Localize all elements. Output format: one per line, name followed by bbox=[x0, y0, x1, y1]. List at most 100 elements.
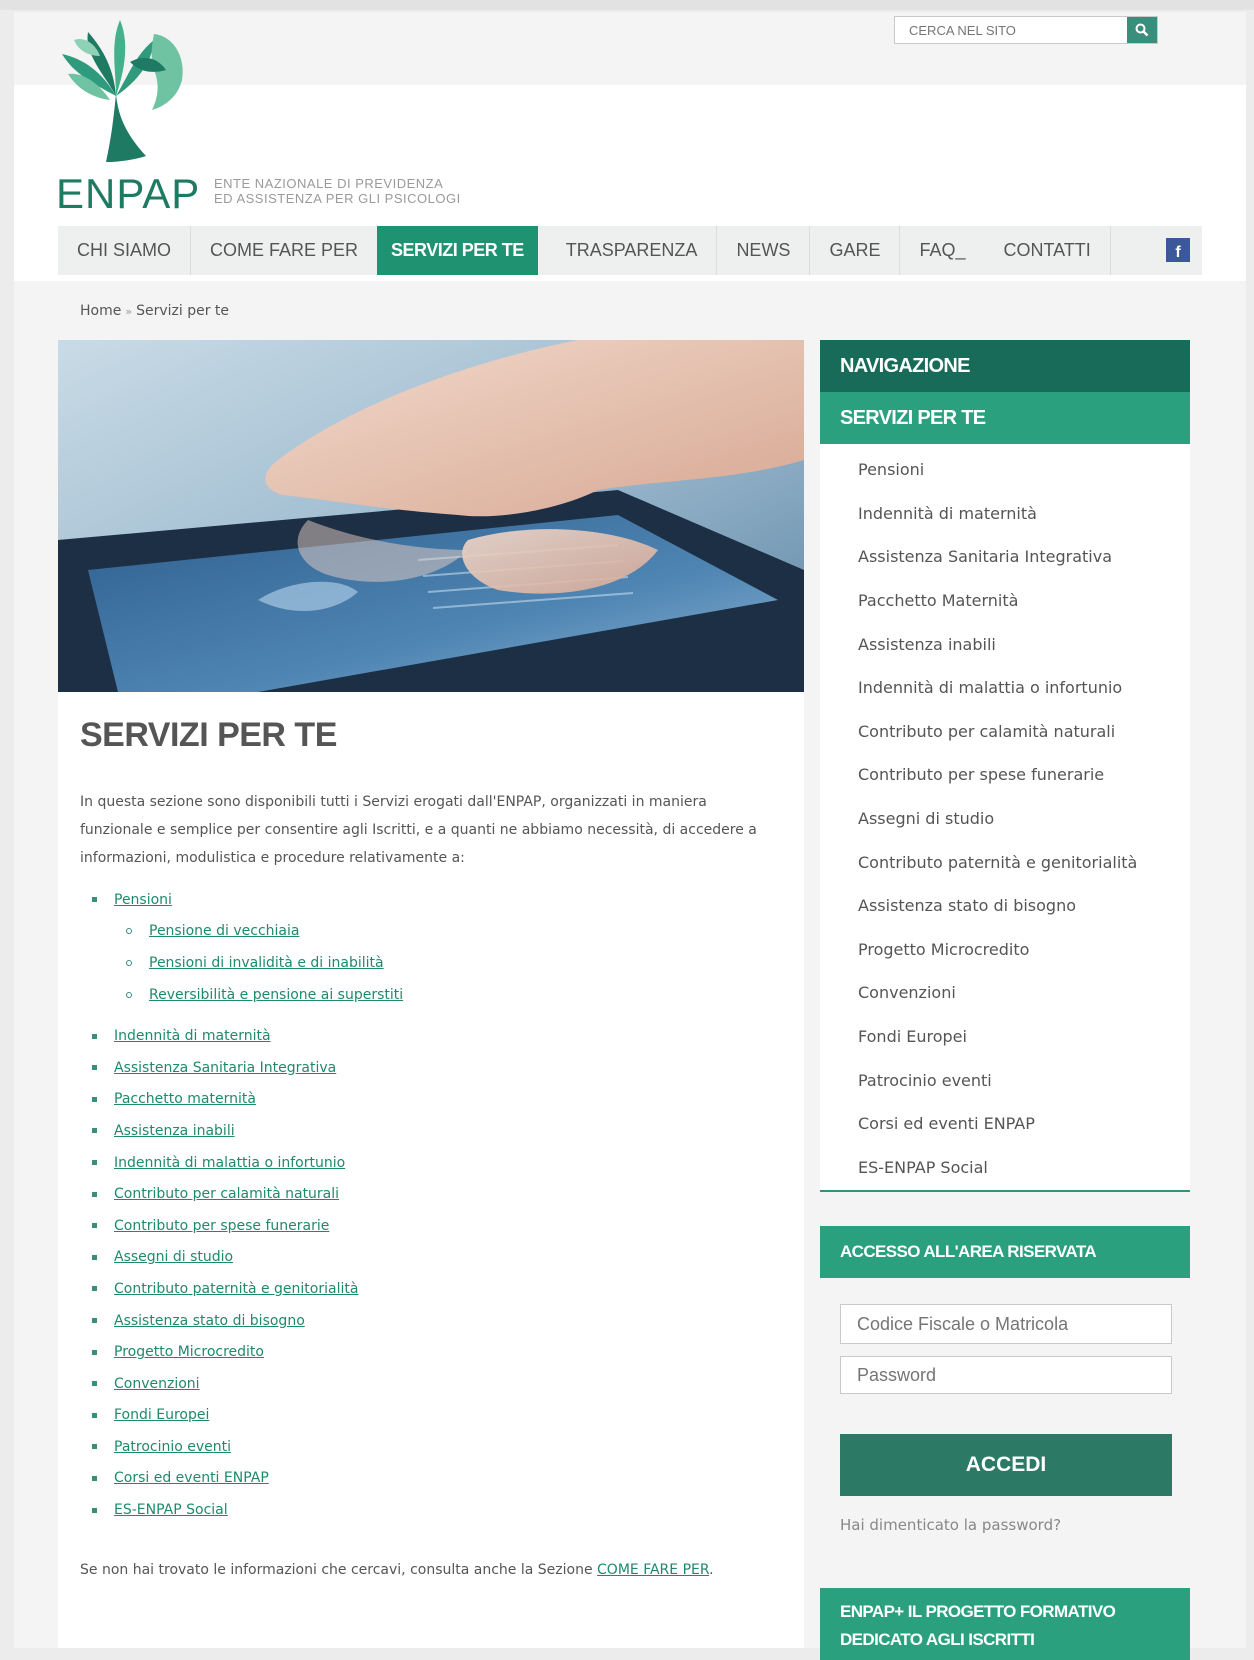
password-field[interactable] bbox=[840, 1356, 1172, 1394]
service-link[interactable]: Contributo per calamità naturali bbox=[114, 1186, 339, 1202]
sidebar-list: Pensioni Indennità di maternità Assisten… bbox=[820, 444, 1190, 1189]
sidebar-item[interactable]: Convenzioni bbox=[820, 971, 1190, 1015]
search-input[interactable] bbox=[895, 17, 1127, 43]
circle-bullet-icon bbox=[126, 959, 132, 966]
service-link-reversibilita[interactable]: Reversibilità e pensione ai superstiti bbox=[149, 987, 403, 1003]
circle-bullet-icon bbox=[126, 928, 132, 935]
service-link[interactable]: Progetto Microcredito bbox=[114, 1344, 264, 1360]
sidebar-nav-title: NAVIGAZIONE bbox=[820, 340, 1190, 392]
sidebar-navigation: NAVIGAZIONE SERVIZI PER TE Pensioni Inde… bbox=[820, 340, 1190, 1192]
service-link[interactable]: Assistenza Sanitaria Integrativa bbox=[114, 1060, 336, 1076]
sidebar-item[interactable]: Contributo per calamità naturali bbox=[820, 710, 1190, 754]
list-item: Contributo paternità e genitorialità bbox=[92, 1273, 782, 1305]
service-link[interactable]: Contributo paternità e genitorialità bbox=[114, 1281, 358, 1297]
nav-come-fare-per[interactable]: COME FARE PER bbox=[191, 226, 377, 275]
sidebar-item[interactable]: Corsi ed eventi ENPAP bbox=[820, 1102, 1190, 1146]
facebook-icon[interactable]: f bbox=[1166, 238, 1190, 262]
search-icon bbox=[1135, 23, 1149, 37]
service-link[interactable]: Convenzioni bbox=[114, 1376, 200, 1392]
services-list: Pensioni Pensione di vecchiaia Pensioni … bbox=[92, 884, 782, 1526]
list-item: Assistenza inabili bbox=[92, 1115, 782, 1147]
square-bullet-icon bbox=[92, 1507, 97, 1513]
username-field[interactable] bbox=[840, 1304, 1172, 1344]
square-bullet-icon bbox=[92, 1223, 97, 1229]
list-item: Assegni di studio bbox=[92, 1242, 782, 1274]
list-item: Assistenza Sanitaria Integrativa bbox=[92, 1052, 782, 1084]
service-link[interactable]: Assegni di studio bbox=[114, 1249, 233, 1265]
come-fare-per-link[interactable]: COME FARE PER bbox=[597, 1562, 709, 1578]
service-link-pensioni[interactable]: Pensioni bbox=[114, 892, 172, 908]
list-item: Assistenza stato di bisogno bbox=[92, 1305, 782, 1337]
sidebar-item[interactable]: Progetto Microcredito bbox=[820, 928, 1190, 972]
sidebar-item[interactable]: Contributo per spese funerarie bbox=[820, 753, 1190, 797]
sidebar-item[interactable]: Assistenza inabili bbox=[820, 622, 1190, 666]
sidebar-item[interactable]: Patrocinio eventi bbox=[820, 1058, 1190, 1102]
nav-news[interactable]: NEWS bbox=[717, 226, 811, 275]
login-title: ACCESSO ALL'AREA RISERVATA bbox=[820, 1226, 1190, 1278]
logo-subtitle-line2: ED ASSISTENZA PER GLI PSICOLOGI bbox=[214, 191, 461, 206]
sidebar-item[interactable]: Assistenza stato di bisogno bbox=[820, 884, 1190, 928]
sidebar-item[interactable]: Contributo paternità e genitorialità bbox=[820, 840, 1190, 884]
search-button[interactable] bbox=[1127, 17, 1157, 43]
page: ENPAP ENTE NAZIONALE DI PREVIDENZA ED AS… bbox=[14, 12, 1246, 1660]
sidebar-item[interactable]: Indennità di malattia o infortunio bbox=[820, 666, 1190, 710]
sidebar-item[interactable]: Fondi Europei bbox=[820, 1015, 1190, 1059]
breadcrumb-separator: » bbox=[125, 305, 133, 318]
service-link[interactable]: Contributo per spese funerarie bbox=[114, 1218, 329, 1234]
login-button[interactable]: ACCEDI bbox=[840, 1434, 1172, 1496]
service-link-pensione-vecchiaia[interactable]: Pensione di vecchiaia bbox=[149, 923, 299, 939]
promo-banner[interactable]: ENPAP+ IL PROGETTO FORMATIVO DEDICATO AG… bbox=[820, 1588, 1190, 1660]
pensioni-sublist: Pensione di vecchiaia Pensioni di invali… bbox=[92, 916, 782, 1021]
breadcrumb: Home » Servizi per te bbox=[80, 303, 229, 319]
square-bullet-icon bbox=[92, 1475, 97, 1481]
sidebar-item[interactable]: Assegni di studio bbox=[820, 797, 1190, 841]
sidebar-section-title[interactable]: SERVIZI PER TE bbox=[820, 392, 1190, 444]
logo-subtitle-line1: ENTE NAZIONALE DI PREVIDENZA bbox=[214, 176, 444, 191]
sidebar-item[interactable]: Pacchetto Maternità bbox=[820, 579, 1190, 623]
nav-servizi-per-te[interactable]: SERVIZI PER TE bbox=[377, 226, 538, 275]
nav-faq[interactable]: FAQ_ bbox=[900, 226, 984, 275]
square-bullet-icon bbox=[92, 1381, 97, 1387]
list-item: Contributo per calamità naturali bbox=[92, 1178, 782, 1210]
forgot-password-link[interactable]: Hai dimenticato la password? bbox=[840, 1516, 1061, 1534]
square-bullet-icon bbox=[92, 1254, 97, 1260]
hero-image-tablet bbox=[58, 340, 804, 692]
service-link[interactable]: ES-ENPAP Social bbox=[114, 1502, 228, 1518]
service-link[interactable]: Indennità di malattia o infortunio bbox=[114, 1155, 345, 1171]
service-link[interactable]: Assistenza stato di bisogno bbox=[114, 1313, 305, 1329]
nav-chi-siamo[interactable]: CHI SIAMO bbox=[58, 226, 192, 275]
square-bullet-icon bbox=[92, 1033, 97, 1039]
square-bullet-icon bbox=[92, 1065, 97, 1071]
service-link[interactable]: Fondi Europei bbox=[114, 1407, 209, 1423]
breadcrumb-home[interactable]: Home bbox=[80, 303, 121, 319]
browser-top-strip bbox=[0, 0, 1254, 10]
logo-text[interactable]: ENPAP bbox=[56, 170, 200, 218]
search-box bbox=[894, 16, 1158, 44]
list-item: Pacchetto maternità bbox=[92, 1084, 782, 1116]
list-item: Contributo per spese funerarie bbox=[92, 1210, 782, 1242]
sidebar-item[interactable]: Indennità di maternità bbox=[820, 492, 1190, 536]
service-link[interactable]: Corsi ed eventi ENPAP bbox=[114, 1470, 269, 1486]
service-link[interactable]: Indennità di maternità bbox=[114, 1028, 271, 1044]
list-item: Progetto Microcredito bbox=[92, 1336, 782, 1368]
login-panel: ACCESSO ALL'AREA RISERVATA ACCEDI Hai di… bbox=[820, 1226, 1190, 1534]
list-item: ES-ENPAP Social bbox=[92, 1494, 782, 1526]
nav-gare[interactable]: GARE bbox=[810, 226, 901, 275]
main-content: SERVIZI PER TE In questa sezione sono di… bbox=[58, 340, 804, 1648]
service-link[interactable]: Pacchetto maternità bbox=[114, 1091, 256, 1107]
main-nav: CHI SIAMO COME FARE PER SERVIZI PER TE T… bbox=[58, 226, 1202, 275]
sidebar-item[interactable]: ES-ENPAP Social bbox=[820, 1146, 1190, 1190]
list-item: Pensioni Pensione di vecchiaia Pensioni … bbox=[92, 884, 782, 1020]
square-bullet-icon bbox=[92, 1128, 97, 1134]
service-link[interactable]: Patrocinio eventi bbox=[114, 1439, 231, 1455]
sidebar-item[interactable]: Assistenza Sanitaria Integrativa bbox=[820, 535, 1190, 579]
enpap-logo-tree[interactable] bbox=[54, 14, 194, 164]
square-bullet-icon bbox=[92, 1096, 97, 1102]
nav-trasparenza[interactable]: TRASPARENZA bbox=[538, 226, 718, 275]
service-link[interactable]: Assistenza inabili bbox=[114, 1123, 235, 1139]
promo-line1: ENPAP+ IL PROGETTO FORMATIVO bbox=[840, 1602, 1116, 1621]
sidebar-item[interactable]: Pensioni bbox=[820, 448, 1190, 492]
service-link-pensioni-invalidita[interactable]: Pensioni di invalidità e di inabilità bbox=[149, 955, 384, 971]
nav-contatti[interactable]: CONTATTI bbox=[984, 226, 1111, 275]
square-bullet-icon bbox=[92, 1444, 97, 1450]
